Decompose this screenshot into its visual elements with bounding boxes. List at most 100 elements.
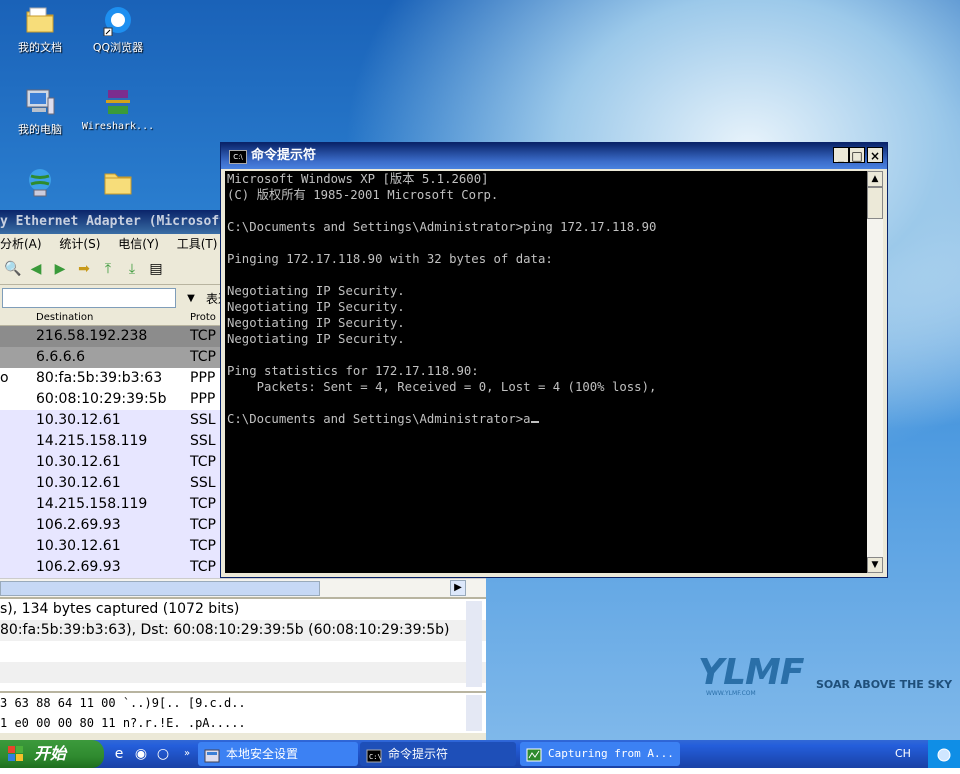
detail-line[interactable] <box>0 662 486 683</box>
packet-protocol: TCP <box>190 454 216 470</box>
column-protocol[interactable]: Proto <box>190 312 216 323</box>
cmd-window[interactable]: C:\ 命令提示符 _ □ × Microsoft Windows XP [版本… <box>220 142 888 578</box>
ie-icon[interactable]: e <box>110 745 128 763</box>
cmd-line <box>225 395 867 411</box>
desktop-icon-qq-browser[interactable]: QQ浏览器 <box>78 4 158 55</box>
scroll-up-icon[interactable]: ▲ <box>867 171 883 187</box>
cmd-line-text: (C) 版权所有 1985-2001 Microsoft Corp. <box>227 188 499 202</box>
desktop-icon-folder[interactable] <box>78 166 158 201</box>
task-label: 命令提示符 <box>388 747 449 761</box>
cmd-line <box>225 235 867 251</box>
cmd-line: Negotiating IP Security. <box>225 283 867 299</box>
last-packet-icon[interactable]: ⤓ <box>124 261 140 277</box>
cmd-output[interactable]: Microsoft Windows XP [版本 5.1.2600] (C) 版权… <box>225 171 867 573</box>
packet-protocol: TCP <box>190 517 216 533</box>
desktop-icon-my-documents[interactable]: 我的文档 <box>0 4 80 55</box>
security-settings-icon <box>204 747 220 763</box>
packet-destination: 14.215.158.119 <box>36 496 148 512</box>
cmd-title: 命令提示符 <box>251 148 317 163</box>
computer-icon <box>24 86 56 118</box>
browser-icon[interactable]: ◉ <box>132 745 150 763</box>
cmd-line-text: Packets: Sent = 4, Received = 0, Lost = … <box>227 380 657 394</box>
cmd-line-text: Microsoft Windows XP [版本 5.1.2600] <box>227 172 489 186</box>
cmd-titlebar[interactable]: C:\ 命令提示符 _ □ × <box>221 143 887 169</box>
start-button[interactable]: 开始 <box>0 740 104 768</box>
column-destination[interactable]: Destination <box>36 312 93 323</box>
menu-statistics[interactable]: 统计(S) <box>59 237 100 251</box>
cmd-line <box>225 203 867 219</box>
folder-icon <box>102 166 134 198</box>
taskbar: 开始 e ◉ ○ » 本地安全设置 C:\ 命令提示符 Capturing fr… <box>0 740 960 768</box>
packet-destination: 80:fa:5b:39:b3:63 <box>36 370 163 386</box>
menu-tools[interactable]: 工具(T) <box>177 237 218 251</box>
chevron-down-icon[interactable]: ▼ <box>184 293 198 304</box>
packet-details: s), 134 bytes captured (1072 bits) 80:fa… <box>0 597 486 691</box>
desktop-icon-network[interactable] <box>0 166 80 201</box>
scroll-right-icon[interactable]: ▶ <box>450 580 466 596</box>
detail-line[interactable]: 80:fa:5b:39:b3:63), Dst: 60:08:10:29:39:… <box>0 620 486 641</box>
cmd-line: Packets: Sent = 4, Received = 0, Lost = … <box>225 379 867 395</box>
packet-protocol: TCP <box>190 349 216 365</box>
cmd-line-text: Pinging 172.17.118.90 with 32 bytes of d… <box>227 252 553 266</box>
cmd-icon: C:\ <box>366 747 382 763</box>
language-indicator[interactable]: CH <box>895 740 911 768</box>
winrar-icon <box>102 86 134 118</box>
maximize-button[interactable]: □ <box>849 147 865 163</box>
packet-destination: 10.30.12.61 <box>36 475 121 491</box>
cmd-line: Ping statistics for 172.17.118.90: <box>225 363 867 379</box>
wireshark-icon <box>526 747 542 762</box>
logo-brand: YLMF <box>698 652 804 693</box>
packet-list-hscroll[interactable]: ▶ <box>0 578 486 597</box>
task-wireshark[interactable]: Capturing from A... <box>520 742 680 766</box>
zoom-icon[interactable]: 🔍 <box>4 261 21 277</box>
cmd-line: Pinging 172.17.118.90 with 32 bytes of d… <box>225 251 867 267</box>
packet-destination: 10.30.12.61 <box>36 412 121 428</box>
detail-line[interactable] <box>0 641 486 662</box>
packet-protocol: TCP <box>190 538 216 554</box>
task-cmd[interactable]: C:\ 命令提示符 <box>360 742 516 766</box>
cmd-vscrollbar[interactable]: ▲ ▼ <box>867 171 883 573</box>
cmd-line: C:\Documents and Settings\Administrator>… <box>225 411 867 427</box>
minimize-button[interactable]: _ <box>833 147 849 163</box>
expand-icon[interactable]: » <box>178 745 196 763</box>
desktop-icon-wireshark[interactable]: Wireshark... <box>78 86 158 132</box>
cmd-line <box>225 267 867 283</box>
logo-url: WWW.YLMF.COM <box>706 690 756 697</box>
back-icon[interactable]: ◀ <box>28 261 44 277</box>
desktop-icon-label: QQ浏览器 <box>92 41 144 54</box>
cmd-line-text: Negotiating IP Security. <box>227 316 405 330</box>
browser-icon <box>102 4 134 37</box>
ylmf-logo: YLMF SOAR ABOVE THE SKY WWW.YLMF.COM <box>698 652 952 700</box>
text-cursor <box>530 421 539 423</box>
close-button[interactable]: × <box>867 147 883 163</box>
task-label: Capturing from A... <box>548 747 674 760</box>
network-tray-icon[interactable] <box>936 746 952 762</box>
cmd-line-text: Negotiating IP Security. <box>227 332 405 346</box>
scroll-down-icon[interactable]: ▼ <box>867 557 883 573</box>
vertical-scrollbar[interactable] <box>466 695 482 731</box>
cmd-line <box>225 347 867 363</box>
detail-line[interactable]: s), 134 bytes captured (1072 bits) <box>0 599 486 620</box>
forward-icon[interactable]: ▶ <box>52 261 68 277</box>
scroll-thumb[interactable] <box>867 187 883 219</box>
system-tray <box>928 740 960 768</box>
vertical-scrollbar[interactable] <box>466 601 482 687</box>
packet-destination: 10.30.12.61 <box>36 454 121 470</box>
goto-icon[interactable]: ➡ <box>76 261 92 277</box>
qq-icon[interactable]: ○ <box>154 745 172 763</box>
packet-destination: 10.30.12.61 <box>36 538 121 554</box>
start-label: 开始 <box>34 744 67 763</box>
first-packet-icon[interactable]: ⤒ <box>100 261 116 277</box>
colorize-icon[interactable]: ▤ <box>148 261 164 277</box>
desktop-icon-my-computer[interactable]: 我的电脑 <box>0 86 80 137</box>
scroll-thumb[interactable] <box>0 581 320 596</box>
folder-icon <box>24 4 56 36</box>
desktop-icon-label: 我的电脑 <box>18 123 62 136</box>
packet-destination: 106.2.69.93 <box>36 517 121 533</box>
menu-telephony[interactable]: 电信(Y) <box>118 237 159 251</box>
packet-destination: 60:08:10:29:39:5b <box>36 391 167 407</box>
filter-input[interactable] <box>2 288 176 308</box>
task-security-settings[interactable]: 本地安全设置 <box>198 742 358 766</box>
menu-analyze[interactable]: 分析(A) <box>0 237 42 251</box>
cmd-icon: C:\ <box>229 150 247 164</box>
